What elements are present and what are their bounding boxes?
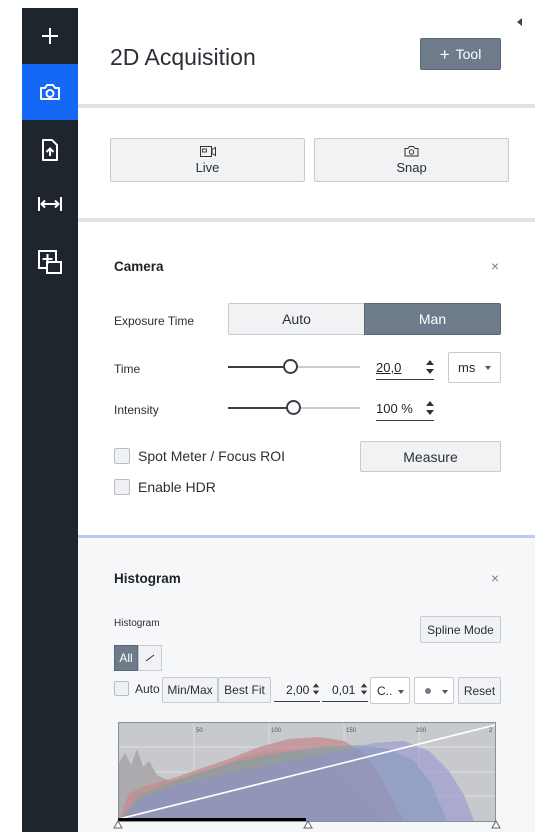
camera-icon: [40, 84, 60, 100]
gamma-field[interactable]: 2,00: [274, 678, 320, 702]
color-dot-icon: [425, 687, 431, 694]
time-unit-value: ms: [458, 360, 476, 375]
hist-tick-label: 50: [196, 728, 203, 734]
time-label: Time: [114, 362, 141, 376]
reset-button[interactable]: Reset: [458, 677, 501, 704]
histogram-card-close-icon[interactable]: ×: [491, 570, 499, 586]
enable-hdr-checkbox[interactable]: [114, 479, 130, 495]
channel-select[interactable]: C..: [370, 677, 410, 704]
spin-arrows-icon[interactable]: [426, 360, 434, 374]
histogram-handles: [113, 818, 501, 829]
spin-arrows-icon[interactable]: [312, 683, 320, 695]
snap-label: Snap: [396, 160, 427, 175]
intensity-slider-fill: [228, 407, 288, 409]
midpoint-handle-icon[interactable]: [303, 819, 313, 829]
histogram-svg: 50 100 150 200 2: [119, 723, 495, 821]
add-tool-label: Tool: [455, 46, 482, 62]
spin-arrows-icon[interactable]: [426, 401, 434, 415]
rail-export-button[interactable]: [22, 122, 78, 178]
camera-card-close-icon[interactable]: ×: [491, 258, 499, 274]
camera-icon: [404, 146, 419, 157]
plus-icon: [42, 28, 58, 44]
toggle-single-button[interactable]: [138, 645, 162, 671]
line-icon: [145, 654, 155, 662]
window-frame-top: [0, 0, 535, 8]
page-title: 2D Acquisition: [110, 44, 256, 70]
hist-tick-label: 150: [346, 728, 357, 734]
intensity-value: 100 %: [376, 401, 413, 416]
measure-button[interactable]: Measure: [360, 441, 501, 472]
file-upload-icon: [42, 139, 58, 161]
panel-header: 2D Acquisition + Tool: [78, 8, 535, 106]
min-max-button[interactable]: Min/Max: [162, 677, 218, 703]
black-point-handle-icon[interactable]: [113, 819, 123, 829]
plus-icon: +: [439, 44, 450, 64]
histogram-channel-toggle: All: [114, 645, 162, 671]
auto-label: Auto: [135, 681, 160, 696]
live-label: Live: [195, 159, 220, 175]
best-fit-button[interactable]: Best Fit: [218, 677, 271, 703]
spot-meter-checkbox-row[interactable]: Spot Meter / Focus ROI: [114, 448, 285, 464]
chevron-down-icon: [485, 366, 491, 370]
acquisition-actions: Live Snap: [78, 112, 535, 218]
acquisition-panel: 2D Acquisition + Tool Live Snap Camera ×: [78, 8, 535, 832]
intensity-label: Intensity: [114, 403, 159, 417]
auto-checkbox-row[interactable]: Auto: [114, 681, 160, 696]
window-frame-left: [0, 0, 22, 832]
section-divider: [78, 104, 535, 108]
spin-arrows-icon[interactable]: [360, 683, 368, 695]
chevron-down-icon: [442, 690, 448, 694]
rail-add-button[interactable]: [22, 8, 78, 64]
exposure-time-label: Exposure Time: [114, 314, 195, 328]
section-divider: [78, 218, 535, 222]
exposure-mode-man[interactable]: Man: [364, 303, 501, 335]
hist-tick-label: 100: [271, 728, 282, 734]
rail-add-view-button[interactable]: [22, 234, 78, 290]
clip-value: 0,01: [332, 682, 356, 697]
live-video-icon: [199, 145, 216, 157]
histogram-card-title: Histogram: [114, 571, 181, 586]
color-select[interactable]: [414, 677, 454, 704]
black-gradient-bar: [118, 818, 306, 821]
channel-select-value: C..: [377, 683, 393, 698]
time-value: 20,0: [376, 360, 402, 375]
add-frame-icon: [38, 250, 62, 274]
spot-meter-label: Spot Meter / Focus ROI: [138, 448, 286, 464]
clip-field[interactable]: 0,01: [322, 678, 368, 702]
histogram-plot[interactable]: 50 100 150 200 2: [118, 722, 496, 822]
add-tool-button[interactable]: + Tool: [420, 38, 501, 70]
enable-hdr-label: Enable HDR: [138, 479, 216, 495]
enable-hdr-checkbox-row[interactable]: Enable HDR: [114, 479, 216, 495]
time-value-field[interactable]: 20,0: [376, 356, 434, 380]
hist-tick-label: 200: [416, 728, 427, 734]
auto-checkbox[interactable]: [114, 681, 129, 696]
rail-camera-button[interactable]: [22, 64, 78, 120]
white-point-handle-icon[interactable]: [491, 819, 501, 829]
toggle-all-button[interactable]: All: [114, 645, 138, 671]
exposure-mode-auto[interactable]: Auto: [228, 303, 365, 335]
live-button[interactable]: Live: [110, 138, 305, 182]
camera-card-title: Camera: [114, 259, 164, 274]
intensity-value-field[interactable]: 100 %: [376, 397, 434, 421]
histogram-section-label: Histogram: [114, 618, 160, 629]
width-arrows-icon: [38, 197, 62, 211]
intensity-slider-thumb[interactable]: [286, 400, 301, 415]
time-slider-fill: [228, 366, 284, 368]
chevron-down-icon: [398, 690, 404, 694]
time-unit-select[interactable]: ms: [448, 352, 501, 383]
snap-button[interactable]: Snap: [314, 138, 509, 182]
time-slider-thumb[interactable]: [283, 359, 298, 374]
rail-measure-button[interactable]: [22, 176, 78, 232]
spot-meter-checkbox[interactable]: [114, 448, 130, 464]
gamma-value: 2,00: [286, 682, 310, 697]
spline-mode-button[interactable]: Spline Mode: [420, 616, 501, 643]
left-tool-rail: [22, 8, 78, 832]
